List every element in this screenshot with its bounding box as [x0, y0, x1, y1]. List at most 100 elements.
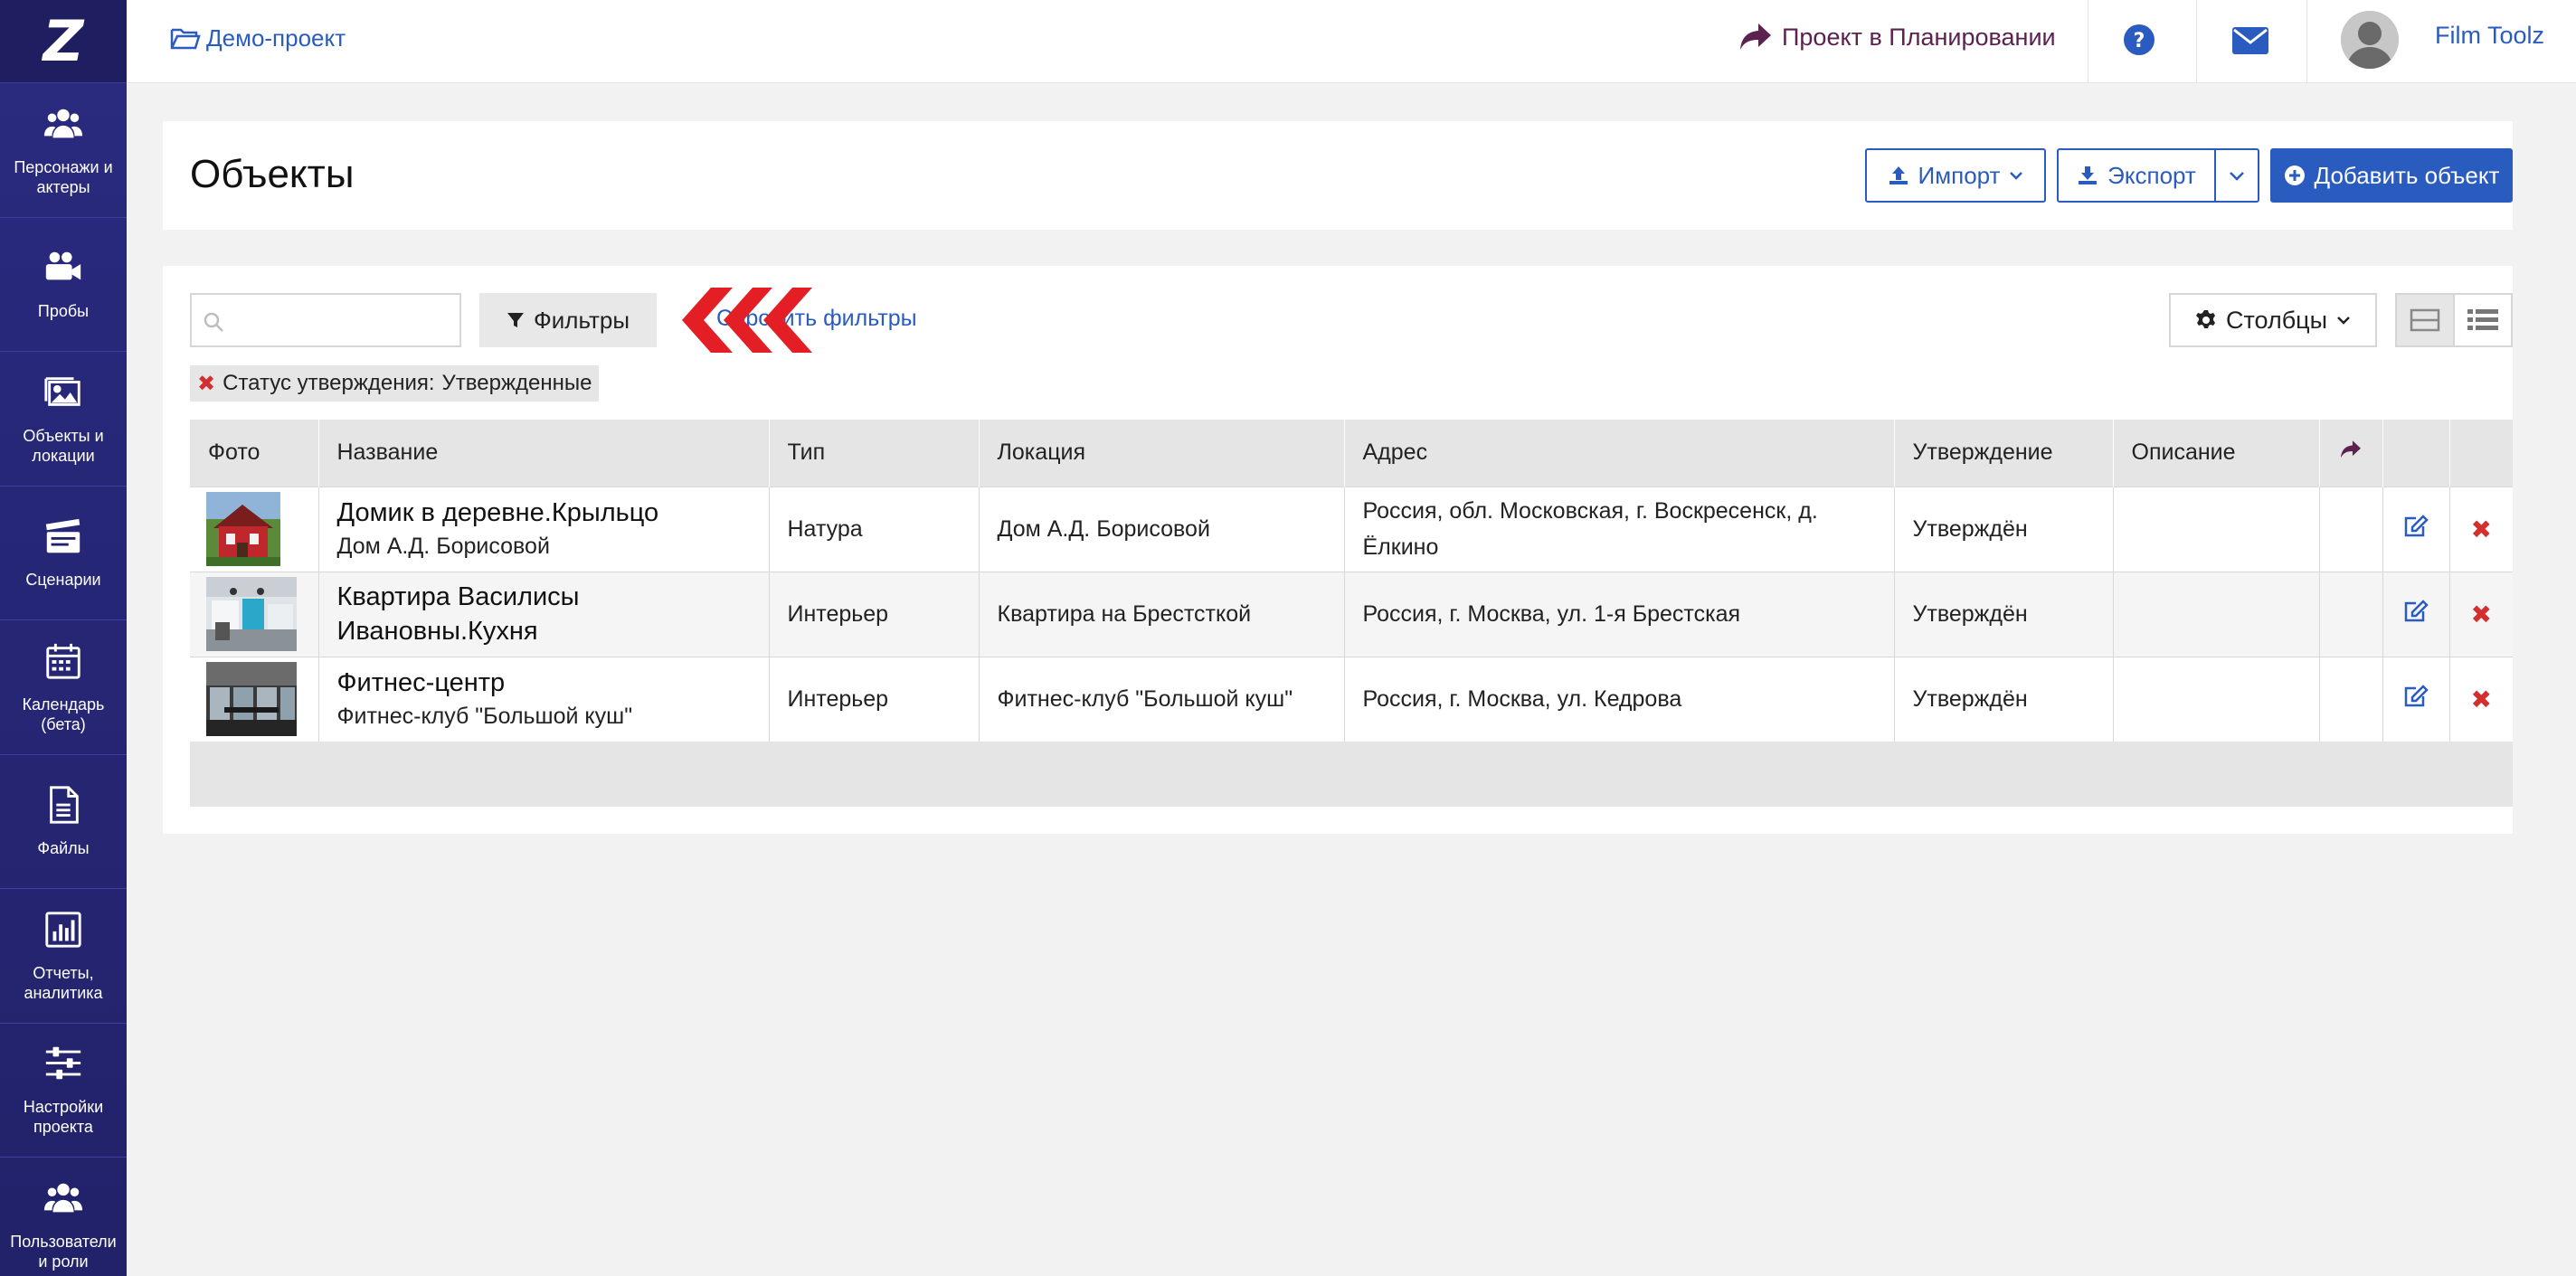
clapperboard-icon: [45, 519, 80, 553]
edit-cell: [2382, 656, 2450, 742]
list-icon: [2467, 309, 2498, 330]
object-name[interactable]: Фитнес-центр: [337, 666, 751, 700]
edit-icon[interactable]: [2403, 684, 2429, 708]
sidebar-item-characters[interactable]: Персонажи и актеры: [0, 83, 127, 218]
import-button[interactable]: Импорт: [1865, 148, 2046, 203]
import-label: Импорт: [1918, 161, 2001, 189]
delete-icon[interactable]: ✖: [2471, 515, 2492, 543]
project-status-text: Проект в Планировании: [1782, 23, 2056, 51]
object-photo[interactable]: [206, 492, 280, 566]
pointer-arrows-icon: [682, 288, 812, 353]
chevron-down-icon: [2337, 317, 2350, 325]
sidebar-item-label: Календарь (бета): [22, 695, 105, 733]
photo-cell: [190, 486, 319, 572]
object-photo[interactable]: [206, 577, 297, 651]
bar-chart-icon: [45, 912, 81, 948]
download-icon: [2079, 166, 2098, 184]
sidebar-item-label: Настройки проекта: [23, 1098, 104, 1137]
description-cell: [2113, 571, 2320, 657]
sidebar-item-scripts[interactable]: Сценарии: [0, 487, 127, 620]
column-header-photo[interactable]: Фото: [190, 420, 319, 487]
sidebar-item-files[interactable]: Файлы: [0, 755, 127, 889]
filters-button[interactable]: Фильтры: [479, 293, 657, 347]
upload-icon: [1889, 166, 1908, 184]
divider: [2306, 0, 2307, 83]
sidebar-item-label: Отчеты, аналитика: [24, 963, 103, 1002]
table-row[interactable]: Фитнес-центр Фитнес-клуб "Большой куш" И…: [190, 656, 2513, 742]
edit-icon[interactable]: [2403, 599, 2429, 623]
card-view-toggle[interactable]: [2395, 293, 2455, 347]
sidebar-item-label: Пользователи и роли: [10, 1232, 117, 1271]
sidebar-item-auditions[interactable]: Пробы: [0, 218, 127, 352]
delete-icon[interactable]: ✖: [2471, 600, 2492, 629]
folder-open-icon: [170, 28, 201, 49]
add-object-label: Добавить объект: [2314, 161, 2500, 189]
sidebar-item-users[interactable]: Пользователи и роли: [0, 1158, 127, 1276]
video-camera-icon: [45, 252, 81, 280]
column-header-type[interactable]: Тип: [769, 420, 980, 487]
calendar-icon: [46, 643, 80, 679]
delete-cell: ✖: [2449, 571, 2513, 657]
app-logo[interactable]: Z: [0, 0, 127, 83]
help-icon[interactable]: ?: [2123, 24, 2155, 61]
photo-cell: [190, 571, 319, 657]
column-header-edit: [2382, 420, 2450, 487]
users-icon: [43, 1183, 83, 1213]
sidebar: Z Персонажи и актеры Пробы Объекты и лок…: [0, 0, 127, 1276]
svg-text:?: ?: [2134, 30, 2145, 52]
filter-icon: [507, 313, 524, 327]
export-button[interactable]: Экспорт: [2057, 148, 2216, 203]
address-cell: Россия, г. Москва, ул. 1-я Брестская: [1344, 571, 1895, 657]
table-rows-icon: [2410, 308, 2440, 332]
sidebar-item-locations[interactable]: Объекты и локации: [0, 352, 127, 487]
remove-filter-icon[interactable]: ✖: [197, 371, 215, 397]
sidebar-item-calendar[interactable]: Календарь (бета): [0, 620, 127, 755]
column-header-description[interactable]: Описание: [2113, 420, 2320, 487]
location-cell: Дом А.Д. Борисовой: [979, 486, 1345, 572]
edit-icon[interactable]: [2403, 514, 2429, 538]
table-row[interactable]: Домик в деревне.Крыльцо Дом А.Д. Борисов…: [190, 486, 2513, 572]
project-breadcrumb[interactable]: Демо-проект: [170, 24, 346, 52]
filters-label: Фильтры: [533, 306, 630, 334]
approval-cell: Утверждён: [1894, 656, 2114, 742]
column-header-share[interactable]: [2319, 420, 2383, 487]
columns-button[interactable]: Столбцы: [2169, 293, 2377, 347]
location-cell: Фитнес-клуб "Большой куш": [979, 656, 1345, 742]
object-photo[interactable]: [206, 662, 297, 737]
object-name[interactable]: Квартира Василисы Ивановны.Кухня: [337, 580, 751, 648]
table-footer: [190, 742, 2513, 807]
logo-text: Z: [43, 8, 84, 74]
add-object-button[interactable]: Добавить объект: [2270, 148, 2513, 203]
description-cell: [2113, 486, 2320, 572]
delete-icon[interactable]: ✖: [2471, 685, 2492, 714]
table-row[interactable]: Квартира Василисы Ивановны.Кухня Интерье…: [190, 571, 2513, 657]
share-arrow-icon: [2341, 440, 2361, 458]
table-header-row: Фото Название Тип Локация Адрес Утвержде…: [190, 420, 2513, 487]
export-dropdown-button[interactable]: [2214, 148, 2259, 203]
column-header-name[interactable]: Название: [318, 420, 770, 487]
objects-panel: Фильтры Сбросить фильтры Столбцы ✖ Стату…: [163, 266, 2513, 834]
sliders-icon: [45, 1047, 81, 1080]
list-view-toggle[interactable]: [2453, 293, 2513, 347]
mail-icon[interactable]: [2232, 27, 2268, 59]
column-header-approval[interactable]: Утверждение: [1894, 420, 2114, 487]
file-icon: [50, 786, 79, 824]
address-cell: Россия, г. Москва, ул. Кедрова: [1344, 656, 1895, 742]
project-status-link[interactable]: Проект в Планировании: [1738, 22, 2056, 52]
object-name[interactable]: Домик в деревне.Крыльцо: [337, 496, 751, 530]
image-icon: [44, 376, 80, 406]
delete-cell: ✖: [2449, 656, 2513, 742]
sidebar-item-reports[interactable]: Отчеты, аналитика: [0, 889, 127, 1024]
avatar[interactable]: [2341, 11, 2399, 69]
gear-icon: [2195, 310, 2215, 328]
username[interactable]: Film Toolz: [2435, 22, 2544, 50]
topbar: Демо-проект Проект в Планировании ? Film…: [127, 0, 2576, 83]
delete-cell: ✖: [2449, 486, 2513, 572]
share-cell: [2319, 486, 2383, 572]
sidebar-item-settings[interactable]: Настройки проекта: [0, 1024, 127, 1158]
search-input[interactable]: [190, 293, 461, 347]
sidebar-item-label: Объекты и локации: [23, 426, 104, 465]
column-header-location[interactable]: Локация: [979, 420, 1345, 487]
column-header-address[interactable]: Адрес: [1344, 420, 1895, 487]
photo-cell: [190, 656, 319, 742]
